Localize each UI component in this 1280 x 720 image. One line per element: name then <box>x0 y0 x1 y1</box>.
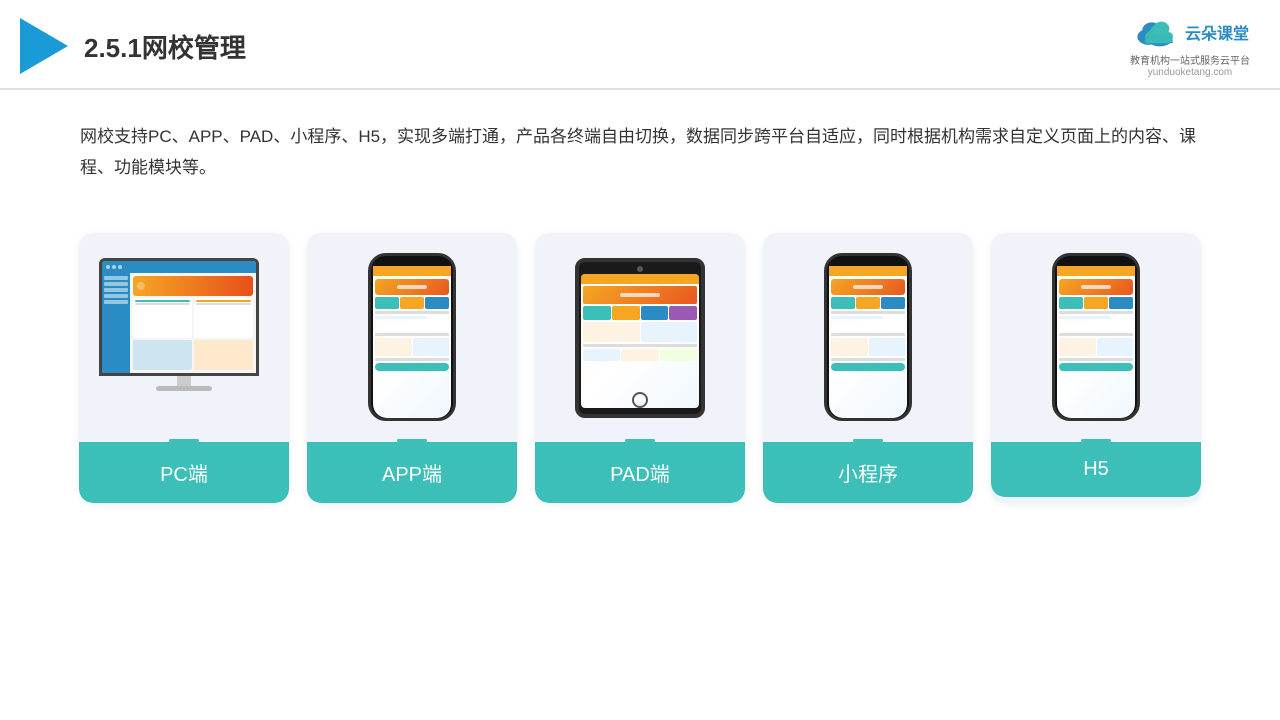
card-pc-image <box>79 233 289 433</box>
card-app-label: APP端 <box>307 442 517 503</box>
page-title: 2.5.1网校管理 <box>84 28 246 65</box>
brand-tagline: 教育机构一站式服务云平台 <box>1130 52 1250 67</box>
card-pad-label: PAD端 <box>535 442 745 503</box>
card-app: APP端 <box>307 233 517 503</box>
miniprogram-phone-mockup <box>824 253 912 423</box>
header-right: 云朵课堂 教育机构一站式服务云平台 yunduoketang.com <box>1130 14 1250 78</box>
app-phone-mockup <box>368 253 456 423</box>
brand-url: yunduoketang.com <box>1148 67 1233 78</box>
description-content: 网校支持PC、APP、PAD、小程序、H5，实现多端打通，产品各终端自由切换，数… <box>80 127 1196 177</box>
card-pad-image <box>535 233 745 433</box>
card-miniprogram-image <box>763 233 973 433</box>
logo-triangle-icon <box>20 18 68 74</box>
card-h5: H5 <box>991 233 1201 503</box>
card-miniprogram-label: 小程序 <box>763 442 973 503</box>
brand-logo: 云朵课堂 <box>1131 14 1249 50</box>
pc-mockup <box>99 258 269 418</box>
brand-name: 云朵课堂 <box>1185 20 1249 44</box>
cards-container: PC端 <box>0 203 1280 533</box>
card-pc-label: PC端 <box>79 442 289 503</box>
description-text: 网校支持PC、APP、PAD、小程序、H5，实现多端打通，产品各终端自由切换，数… <box>0 90 1280 203</box>
card-h5-label: H5 <box>991 442 1201 497</box>
cloud-icon <box>1131 14 1179 50</box>
card-app-image <box>307 233 517 433</box>
pad-tablet-mockup <box>575 258 705 418</box>
h5-phone-mockup <box>1052 253 1140 423</box>
header: 2.5.1网校管理 云朵课堂 教育机构一站式服务云平台 yunduoketang… <box>0 0 1280 90</box>
card-pc: PC端 <box>79 233 289 503</box>
card-h5-image <box>991 233 1201 433</box>
card-pad: PAD端 <box>535 233 745 503</box>
header-left: 2.5.1网校管理 <box>20 18 246 74</box>
card-miniprogram: 小程序 <box>763 233 973 503</box>
